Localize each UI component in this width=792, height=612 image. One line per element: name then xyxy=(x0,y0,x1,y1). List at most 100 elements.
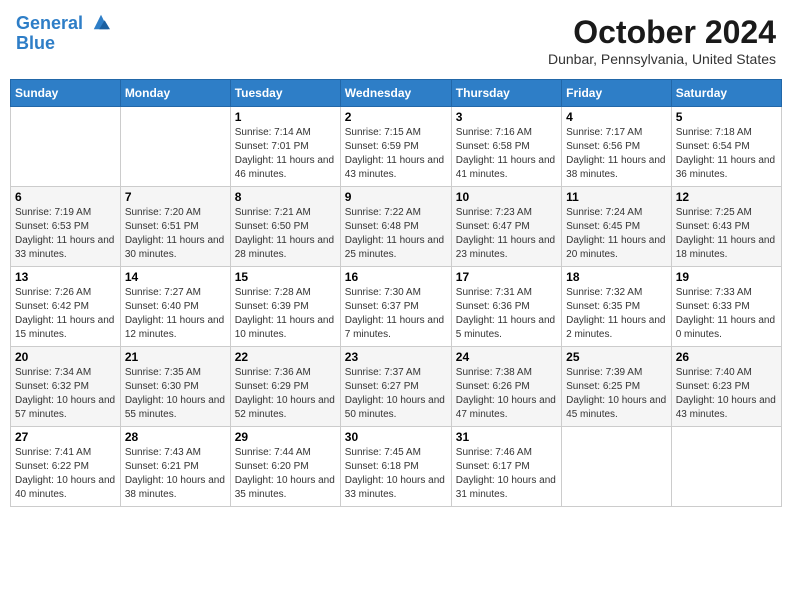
location: Dunbar, Pennsylvania, United States xyxy=(548,51,776,67)
day-info: Sunrise: 7:30 AMSunset: 6:37 PMDaylight:… xyxy=(345,286,447,342)
day-number: 11 xyxy=(566,190,667,204)
day-number: 15 xyxy=(235,270,336,284)
day-info: Sunrise: 7:41 AMSunset: 6:22 PMDaylight:… xyxy=(15,446,116,502)
day-info: Sunrise: 7:46 AMSunset: 6:17 PMDaylight:… xyxy=(456,446,557,502)
calendar-cell: 15 Sunrise: 7:28 AMSunset: 6:39 PMDayligh… xyxy=(230,267,340,347)
day-number: 23 xyxy=(345,350,447,364)
calendar-week-row: 1Sunrise: 7:14 AMSunset: 7:01 PMDaylight… xyxy=(11,107,782,187)
calendar-cell: 25 Sunrise: 7:39 AMSunset: 6:25 PMDayligh… xyxy=(562,347,672,427)
day-info: Sunrise: 7:45 AMSunset: 6:18 PMDaylight:… xyxy=(345,446,447,502)
day-info: Sunrise: 7:37 AMSunset: 6:27 PMDaylight:… xyxy=(345,366,447,422)
calendar-cell xyxy=(120,107,230,187)
day-number: 12 xyxy=(676,190,777,204)
day-info: Sunrise: 7:23 AMSunset: 6:47 PMDaylight:… xyxy=(456,206,557,262)
day-number: 20 xyxy=(15,350,116,364)
calendar-cell: 28 Sunrise: 7:43 AMSunset: 6:21 PMDayligh… xyxy=(120,427,230,507)
day-number: 4 xyxy=(566,110,667,124)
calendar-cell: 13 Sunrise: 7:26 AMSunset: 6:42 PMDayligh… xyxy=(11,267,121,347)
calendar-cell: 23 Sunrise: 7:37 AMSunset: 6:27 PMDayligh… xyxy=(340,347,451,427)
calendar-cell: 18 Sunrise: 7:32 AMSunset: 6:35 PMDayligh… xyxy=(562,267,672,347)
calendar-week-row: 13 Sunrise: 7:26 AMSunset: 6:42 PMDayligh… xyxy=(11,267,782,347)
day-number: 24 xyxy=(456,350,557,364)
calendar-cell: 2Sunrise: 7:15 AMSunset: 6:59 PMDaylight… xyxy=(340,107,451,187)
day-info: Sunrise: 7:22 AMSunset: 6:48 PMDaylight:… xyxy=(345,206,447,262)
logo-text: General xyxy=(16,14,112,34)
calendar-cell xyxy=(11,107,121,187)
day-number: 7 xyxy=(125,190,226,204)
day-info: Sunrise: 7:16 AMSunset: 6:58 PMDaylight:… xyxy=(456,126,557,182)
day-number: 2 xyxy=(345,110,447,124)
day-info: Sunrise: 7:18 AMSunset: 6:54 PMDaylight:… xyxy=(676,126,777,182)
day-number: 3 xyxy=(456,110,557,124)
day-number: 21 xyxy=(125,350,226,364)
day-info: Sunrise: 7:43 AMSunset: 6:21 PMDaylight:… xyxy=(125,446,226,502)
calendar-cell: 7 Sunrise: 7:20 AMSunset: 6:51 PMDaylight… xyxy=(120,187,230,267)
calendar-cell: 29Sunrise: 7:44 AMSunset: 6:20 PMDayligh… xyxy=(230,427,340,507)
calendar-cell xyxy=(562,427,672,507)
day-number: 25 xyxy=(566,350,667,364)
month-title: October 2024 xyxy=(548,14,776,51)
calendar-cell: 22Sunrise: 7:36 AMSunset: 6:29 PMDayligh… xyxy=(230,347,340,427)
day-info: Sunrise: 7:44 AMSunset: 6:20 PMDaylight:… xyxy=(235,446,336,502)
day-info: Sunrise: 7:38 AMSunset: 6:26 PMDaylight:… xyxy=(456,366,557,422)
day-info: Sunrise: 7:26 AMSunset: 6:42 PMDaylight:… xyxy=(15,286,116,342)
day-info: Sunrise: 7:19 AMSunset: 6:53 PMDaylight:… xyxy=(15,206,116,262)
day-number: 8 xyxy=(235,190,336,204)
calendar-table: SundayMondayTuesdayWednesdayThursdayFrid… xyxy=(10,79,782,507)
day-info: Sunrise: 7:32 AMSunset: 6:35 PMDaylight:… xyxy=(566,286,667,342)
weekday-header: Saturday xyxy=(671,80,781,107)
calendar-cell: 14 Sunrise: 7:27 AMSunset: 6:40 PMDayligh… xyxy=(120,267,230,347)
calendar-cell: 16 Sunrise: 7:30 AMSunset: 6:37 PMDayligh… xyxy=(340,267,451,347)
day-number: 26 xyxy=(676,350,777,364)
day-number: 14 xyxy=(125,270,226,284)
day-info: Sunrise: 7:17 AMSunset: 6:56 PMDaylight:… xyxy=(566,126,667,182)
day-info: Sunrise: 7:35 AMSunset: 6:30 PMDaylight:… xyxy=(125,366,226,422)
weekday-header: Thursday xyxy=(451,80,561,107)
page-header: General Blue October 2024 Dunbar, Pennsy… xyxy=(10,10,782,71)
weekday-header-row: SundayMondayTuesdayWednesdayThursdayFrid… xyxy=(11,80,782,107)
title-block: October 2024 Dunbar, Pennsylvania, Unite… xyxy=(548,14,776,67)
calendar-cell: 19 Sunrise: 7:33 AMSunset: 6:33 PMDayligh… xyxy=(671,267,781,347)
day-info: Sunrise: 7:24 AMSunset: 6:45 PMDaylight:… xyxy=(566,206,667,262)
day-info: Sunrise: 7:20 AMSunset: 6:51 PMDaylight:… xyxy=(125,206,226,262)
calendar-cell: 20Sunrise: 7:34 AMSunset: 6:32 PMDayligh… xyxy=(11,347,121,427)
calendar-cell: 21 Sunrise: 7:35 AMSunset: 6:30 PMDayligh… xyxy=(120,347,230,427)
weekday-header: Wednesday xyxy=(340,80,451,107)
day-number: 30 xyxy=(345,430,447,444)
day-info: Sunrise: 7:27 AMSunset: 6:40 PMDaylight:… xyxy=(125,286,226,342)
calendar-cell: 27 Sunrise: 7:41 AMSunset: 6:22 PMDayligh… xyxy=(11,427,121,507)
calendar-week-row: 20Sunrise: 7:34 AMSunset: 6:32 PMDayligh… xyxy=(11,347,782,427)
day-info: Sunrise: 7:31 AMSunset: 6:36 PMDaylight:… xyxy=(456,286,557,342)
weekday-header: Monday xyxy=(120,80,230,107)
calendar-cell: 24 Sunrise: 7:38 AMSunset: 6:26 PMDayligh… xyxy=(451,347,561,427)
logo: General Blue xyxy=(16,14,112,54)
calendar-cell: 5Sunrise: 7:18 AMSunset: 6:54 PMDaylight… xyxy=(671,107,781,187)
day-number: 18 xyxy=(566,270,667,284)
day-info: Sunrise: 7:36 AMSunset: 6:29 PMDaylight:… xyxy=(235,366,336,422)
calendar-cell: 11 Sunrise: 7:24 AMSunset: 6:45 PMDayligh… xyxy=(562,187,672,267)
weekday-header: Friday xyxy=(562,80,672,107)
calendar-cell: 3 Sunrise: 7:16 AMSunset: 6:58 PMDaylight… xyxy=(451,107,561,187)
weekday-header: Tuesday xyxy=(230,80,340,107)
calendar-cell xyxy=(671,427,781,507)
calendar-week-row: 6 Sunrise: 7:19 AMSunset: 6:53 PMDaylight… xyxy=(11,187,782,267)
day-number: 13 xyxy=(15,270,116,284)
calendar-cell: 9Sunrise: 7:22 AMSunset: 6:48 PMDaylight… xyxy=(340,187,451,267)
day-info: Sunrise: 7:28 AMSunset: 6:39 PMDaylight:… xyxy=(235,286,336,342)
day-info: Sunrise: 7:40 AMSunset: 6:23 PMDaylight:… xyxy=(676,366,777,422)
day-number: 31 xyxy=(456,430,557,444)
day-number: 27 xyxy=(15,430,116,444)
calendar-cell: 31 Sunrise: 7:46 AMSunset: 6:17 PMDayligh… xyxy=(451,427,561,507)
day-number: 16 xyxy=(345,270,447,284)
weekday-header: Sunday xyxy=(11,80,121,107)
logo-line2: Blue xyxy=(16,34,112,54)
day-number: 19 xyxy=(676,270,777,284)
day-info: Sunrise: 7:14 AMSunset: 7:01 PMDaylight:… xyxy=(235,126,336,182)
day-number: 28 xyxy=(125,430,226,444)
day-info: Sunrise: 7:33 AMSunset: 6:33 PMDaylight:… xyxy=(676,286,777,342)
calendar-cell: 1Sunrise: 7:14 AMSunset: 7:01 PMDaylight… xyxy=(230,107,340,187)
day-number: 6 xyxy=(15,190,116,204)
calendar-week-row: 27 Sunrise: 7:41 AMSunset: 6:22 PMDayligh… xyxy=(11,427,782,507)
day-number: 17 xyxy=(456,270,557,284)
day-info: Sunrise: 7:39 AMSunset: 6:25 PMDaylight:… xyxy=(566,366,667,422)
